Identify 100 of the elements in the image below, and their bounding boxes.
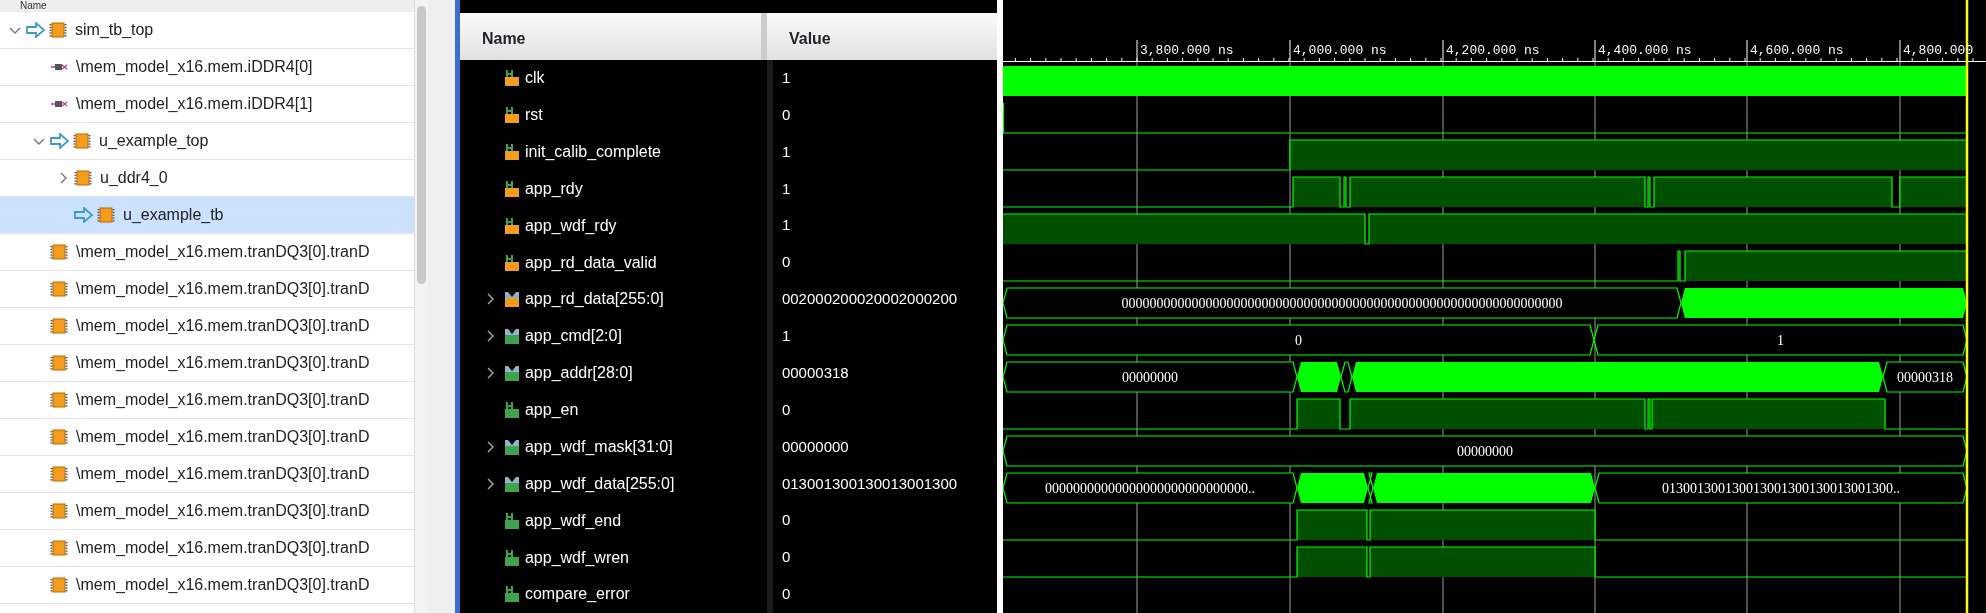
chip-icon xyxy=(50,391,68,409)
signal-value: 0 xyxy=(781,400,791,418)
bus-value-label: 000000000000000000000000000000000000000000000000000000000000000 xyxy=(1121,296,1563,311)
bus-value-label: 0 xyxy=(1295,333,1302,348)
tree-item[interactable]: \mem_model_x16.mem.iDDR4[0] xyxy=(0,49,414,86)
signal-value: 0 xyxy=(781,511,791,529)
bus-signal-icon xyxy=(503,290,520,309)
tree-item[interactable]: sim_tb_top xyxy=(0,12,414,49)
column-header[interactable]: Value xyxy=(766,12,997,60)
tree-item-label: u_ddr4_0 xyxy=(100,168,168,188)
signal-name[interactable]: app_cmd[2:0] xyxy=(524,324,622,349)
tree-item[interactable]: \mem_model_x16.mem.tranDQ3[0].tranD xyxy=(0,567,414,604)
signal-icon xyxy=(503,216,520,235)
tree-item-label: \mem_model_x16.mem.tranDQ3[0].tranD xyxy=(76,279,370,299)
signal-name[interactable]: app_addr[28:0] xyxy=(524,361,633,386)
tree-item-label: \mem_model_x16.mem.tranDQ3[0].tranD xyxy=(76,427,370,447)
tree-item-label: \mem_model_x16.mem.tranDQ3[0].tranD xyxy=(76,575,370,595)
chip-icon xyxy=(50,465,68,483)
tree-item-label: \mem_model_x16.mem.iDDR4[0] xyxy=(76,57,313,77)
tree-item-label: \mem_model_x16.mem.tranDQ3[0].tranD xyxy=(76,501,370,521)
signal-icon xyxy=(503,511,520,530)
tree-item[interactable]: u_example_tb xyxy=(0,197,414,234)
tree-item[interactable]: \mem_model_x16.mem.tranDQ3[0].tranD xyxy=(0,493,414,530)
time-label: 4,600.000 ns xyxy=(1750,43,1844,58)
signal-name[interactable]: app_rdy xyxy=(524,176,583,201)
signal-icon xyxy=(503,143,520,161)
chip-icon xyxy=(50,502,68,520)
connector-icon xyxy=(50,98,68,110)
time-label: 4,400.000 ns xyxy=(1598,43,1692,58)
chip-icon xyxy=(50,428,68,446)
signal-value: 1 xyxy=(781,216,791,234)
tree-item-label: \mem_model_x16.mem.tranDQ3[0].tranD xyxy=(76,464,370,484)
signal-value: 0 xyxy=(781,105,791,123)
bus-value-label: 013001300130013001300130013001300.. xyxy=(1662,481,1900,496)
signal-value: 1 xyxy=(781,327,791,345)
scrollbar-thumb[interactable] xyxy=(417,6,426,284)
signal-icon xyxy=(503,179,520,198)
signal-name[interactable]: compare_error xyxy=(524,582,630,607)
signal-name[interactable]: app_wdf_wren xyxy=(524,545,629,570)
signal-value: 002000200020002000200 xyxy=(781,290,958,308)
signal-value: 0 xyxy=(781,253,791,271)
bus-value-label: 00000000000000000000000000000.. xyxy=(1045,481,1255,496)
signal-name[interactable]: app_wdf_data[255:0] xyxy=(524,471,675,496)
chip-icon xyxy=(50,280,68,298)
column-header[interactable]: Name xyxy=(0,0,414,12)
signal-name[interactable]: app_wdf_rdy xyxy=(524,213,617,238)
chip-icon xyxy=(50,576,68,594)
signal-icon xyxy=(503,585,520,604)
chip-icon xyxy=(50,354,68,372)
tree-item-label: u_example_top xyxy=(99,131,209,151)
chip-icon xyxy=(50,539,68,557)
signal-value: 1 xyxy=(781,142,791,160)
signal-value: 0 xyxy=(781,548,791,566)
chip-icon xyxy=(97,206,115,224)
signal-name[interactable]: clk xyxy=(524,66,545,91)
column-header[interactable]: Name xyxy=(459,12,767,60)
bus-value-label: 00000000 xyxy=(1122,370,1178,385)
signal-name[interactable]: app_rd_data[255:0] xyxy=(524,287,664,312)
tree-item[interactable]: u_example_top xyxy=(0,123,414,160)
tree-item[interactable]: \mem_model_x16.mem.tranDQ3[0].tranD xyxy=(0,308,414,345)
signal-icon xyxy=(503,106,520,125)
signal-value: 1 xyxy=(781,179,791,197)
bus-signal-icon xyxy=(503,364,520,383)
tree-item[interactable]: \mem_model_x16.mem.tranDQ3[0].tranD xyxy=(0,271,414,308)
signal-name[interactable]: app_rd_data_valid xyxy=(524,250,657,275)
tree-item[interactable]: \mem_model_x16.mem.tranDQ3[0].tranD xyxy=(0,419,414,456)
tree-item-label: \mem_model_x16.mem.iDDR4[1] xyxy=(76,94,313,114)
bus-value-label: 00000000 xyxy=(1457,444,1513,459)
signal-value: 013001300130013001300 xyxy=(781,474,958,492)
signal-value: 1 xyxy=(781,69,791,86)
signal-name[interactable]: app_wdf_end xyxy=(524,508,622,533)
tree-item[interactable]: \mem_model_x16.mem.tranDQ3[0].tranD xyxy=(0,234,414,271)
tree-item[interactable]: \mem_model_x16.mem.tranDQ3[0].tranD xyxy=(0,382,414,419)
signal-icon xyxy=(503,401,520,420)
tree-item[interactable]: \mem_model_x16.mem.tranDQ3[0].tranD xyxy=(0,530,414,567)
tree-item[interactable]: \mem_model_x16.mem.tranDQ3[0].tranD xyxy=(0,456,414,493)
tree-item-label: \mem_model_x16.mem.tranDQ3[0].tranD xyxy=(76,538,370,558)
signal-icon xyxy=(503,69,520,88)
time-label: 4,200.000 ns xyxy=(1446,43,1540,58)
signal-name[interactable]: rst xyxy=(524,103,543,128)
time-label: 4,000.000 ns xyxy=(1293,43,1387,58)
signal-icon xyxy=(503,548,520,567)
bus-signal-icon xyxy=(503,438,520,456)
tree-item-label: sim_tb_top xyxy=(75,20,154,40)
signal-name[interactable]: app_wdf_mask[31:0] xyxy=(524,435,673,459)
signal-name[interactable]: app_en xyxy=(524,398,579,423)
bus-signal-icon xyxy=(503,327,520,346)
chip-icon xyxy=(49,21,67,39)
signal-name[interactable]: init_calib_complete xyxy=(524,140,661,164)
tree-item[interactable]: \mem_model_x16.mem.tranDQ3[0].tranD xyxy=(0,345,414,382)
tree-item-label: u_example_tb xyxy=(123,205,224,225)
chip-icon xyxy=(50,243,68,261)
tree-item-label: \mem_model_x16.mem.tranDQ3[0].tranD xyxy=(76,242,370,262)
connector-icon xyxy=(50,61,68,73)
chip-icon xyxy=(73,132,91,150)
signal-value: 00000318 xyxy=(781,364,849,381)
chip-icon xyxy=(50,317,68,335)
tree-item[interactable]: \mem_model_x16.mem.iDDR4[1] xyxy=(0,86,414,123)
time-label: 3,800.000 ns xyxy=(1140,43,1234,58)
tree-item-label: \mem_model_x16.mem.tranDQ3[0].tranD xyxy=(76,353,370,373)
